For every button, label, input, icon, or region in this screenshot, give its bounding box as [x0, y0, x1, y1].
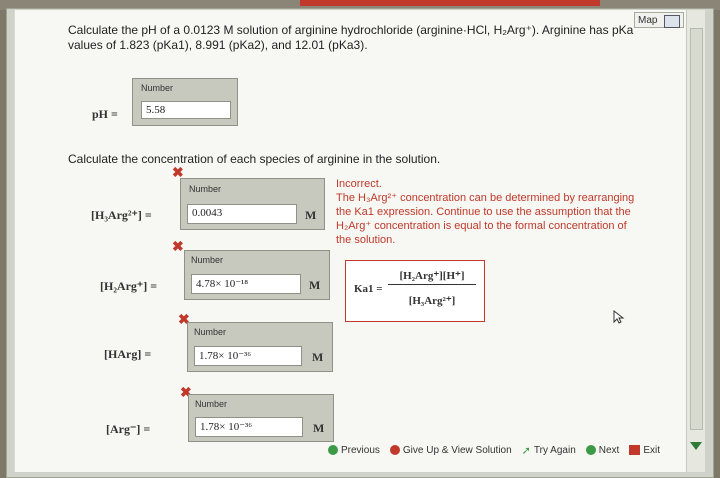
harg-input[interactable]: 1.78× 10⁻³⁶: [194, 346, 302, 366]
harg-unit: M: [312, 350, 324, 364]
exit-button[interactable]: Exit: [629, 445, 660, 456]
ph-label: pH =: [92, 107, 118, 121]
previous-button[interactable]: Previous: [328, 445, 380, 456]
answer-toolbar: Previous Give Up & View Solution ➚ Try A…: [328, 441, 660, 459]
arg-unit: M: [313, 421, 325, 435]
harg-number-caption: Number: [194, 327, 227, 337]
feedback-panel: Incorrect. The H₃Arg²⁺ concentration can…: [336, 177, 636, 247]
previous-arrow-icon: [328, 445, 338, 455]
h2arg-label: [H₂Arg⁺] =: [100, 279, 158, 293]
next-button[interactable]: Next: [585, 444, 620, 456]
try-again-icon: ➚: [521, 444, 531, 457]
exit-icon: [629, 445, 641, 455]
previous-label: Previous: [341, 444, 380, 456]
incorrect-x-icon: ✖: [172, 238, 184, 254]
feedback-text: The H₃Arg²⁺ concentration can be determi…: [336, 192, 635, 246]
map-icon: [664, 15, 680, 28]
mouse-cursor-icon: [613, 310, 625, 324]
exit-label: Exit: [643, 444, 660, 456]
h3arg-answer-box: Number 0.0043 M: [180, 178, 325, 230]
vertical-scrollbar[interactable]: [686, 10, 705, 472]
h2arg-number-caption: Number: [191, 255, 224, 265]
harg-answer-box: Number 1.78× 10⁻³⁶ M: [187, 322, 333, 372]
try-again-button[interactable]: ➚ Try Again: [522, 444, 576, 457]
ka-equation: Ka1 = [H₂Arg⁺][H⁺] [H₃Arg²⁺]: [345, 260, 485, 322]
arg-input[interactable]: 1.78× 10⁻³⁶: [195, 417, 303, 437]
scrollbar-thumb[interactable]: [690, 28, 703, 430]
arg-answer-box: Number 1.78× 10⁻³⁶ M: [188, 394, 334, 442]
h3arg-number-caption: Number: [189, 184, 222, 194]
h2arg-answer-box: Number 4.78× 10⁻¹⁸ M: [184, 250, 330, 300]
h3arg-unit: M: [305, 208, 317, 222]
feedback-title: Incorrect.: [336, 178, 382, 190]
give-up-icon: [389, 445, 400, 455]
arg-label: [Arg⁻] =: [106, 422, 151, 436]
equation-lhs: Ka1 =: [354, 283, 383, 295]
arg-number-caption: Number: [195, 399, 228, 409]
equation-numerator: [H₂Arg⁺][H⁺]: [388, 269, 476, 285]
window-accent-bar: [300, 0, 600, 6]
give-up-label: Give Up & View Solution: [402, 444, 512, 456]
equation-denominator: [H₃Arg²⁺]: [408, 295, 456, 307]
next-label: Next: [598, 444, 620, 456]
question-text: Calculate the pH of a 0.0123 M solution …: [68, 23, 634, 52]
next-arrow-icon: [585, 445, 596, 455]
harg-label: [HArg] =: [104, 347, 152, 361]
h3arg-input[interactable]: 0.0043: [187, 204, 297, 224]
h2arg-input[interactable]: 4.78× 10⁻¹⁸: [191, 274, 301, 294]
ph-input[interactable]: 5.58: [141, 101, 231, 119]
scroll-down-arrow-icon[interactable]: [690, 442, 702, 450]
h2arg-unit: M: [309, 278, 321, 292]
question-subtext: Calculate the concentration of each spec…: [68, 152, 441, 166]
ph-number-caption: Number: [141, 83, 174, 93]
ph-answer-box: Number 5.58: [132, 78, 238, 126]
h3arg-label: [H₃Arg²⁺] =: [91, 208, 152, 222]
give-up-button[interactable]: Give Up & View Solution: [389, 444, 512, 456]
try-again-label: Try Again: [533, 444, 576, 456]
